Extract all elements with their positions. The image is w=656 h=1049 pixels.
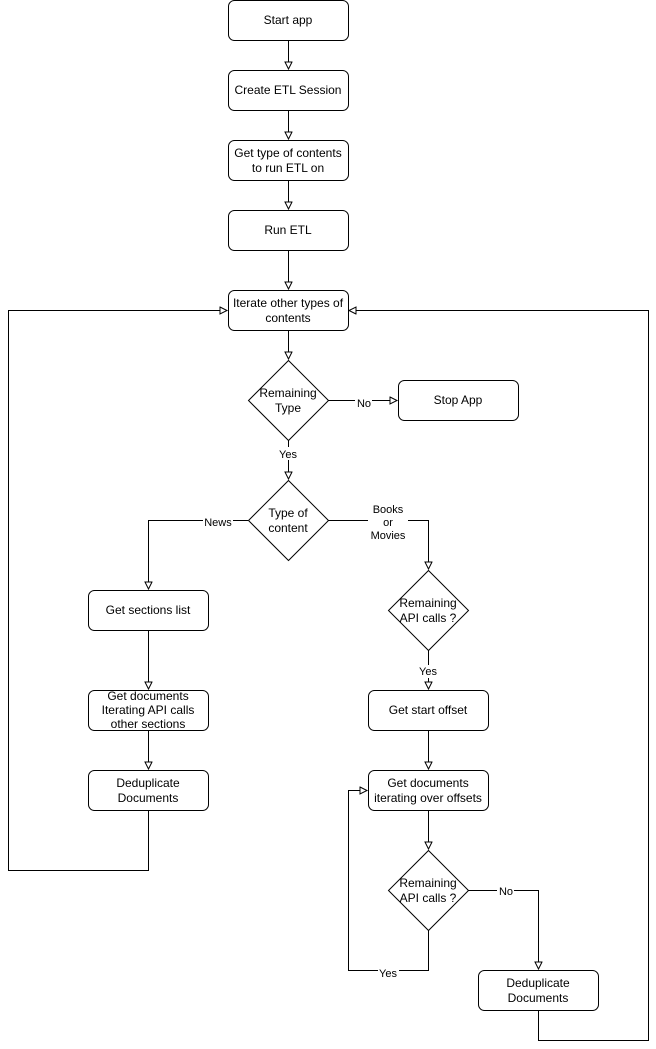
svg-text:Get type of contents: Get type of contents <box>234 146 341 160</box>
svg-text:Get documents: Get documents <box>387 776 468 790</box>
node-get-sections: Get sections list <box>88 590 209 631</box>
label-yes-api2: Yes <box>379 968 397 980</box>
svg-text:Iterating API calls: Iterating API calls <box>102 703 195 717</box>
label-news: News <box>204 517 232 529</box>
label-no-api2: No <box>499 886 513 898</box>
svg-text:Deduplicate: Deduplicate <box>116 776 180 790</box>
node-iterate: Iterate other types of contents <box>228 290 349 331</box>
label-movies: Movies <box>371 530 406 542</box>
svg-text:other sections: other sections <box>111 717 186 731</box>
svg-text:to run ETL on: to run ETL on <box>252 161 324 175</box>
decision-remaining-api-1: Remaining API calls ? <box>387 569 470 652</box>
svg-text:Remaining: Remaining <box>399 876 456 890</box>
decision-type-of-content: Type of content <box>247 479 330 562</box>
svg-text:Stop App: Stop App <box>434 393 483 407</box>
svg-text:API calls ?: API calls ? <box>400 891 457 905</box>
edge-type-news <box>149 520 248 590</box>
svg-text:Documents: Documents <box>118 791 179 805</box>
node-dedup-books: Deduplicate Documents <box>478 970 599 1011</box>
svg-text:Documents: Documents <box>508 991 569 1005</box>
svg-text:content: content <box>268 521 308 535</box>
svg-text:Type: Type <box>275 401 301 415</box>
label-no-stop: No <box>357 398 371 410</box>
svg-text:Remaining: Remaining <box>259 386 316 400</box>
edges <box>8 40 649 1041</box>
svg-text:Remaining: Remaining <box>399 596 456 610</box>
svg-text:Start app: Start app <box>264 13 313 27</box>
node-get-docs-offsets: Get documents iterating over offsets <box>368 770 489 811</box>
svg-text:Deduplicate: Deduplicate <box>506 976 570 990</box>
node-run-etl: Run ETL <box>228 210 349 251</box>
decision-remaining-api-2: Remaining API calls ? <box>387 849 470 932</box>
node-get-start-offset: Get start offset <box>368 690 489 731</box>
label-yes-type: Yes <box>279 449 297 461</box>
flowchart: No Yes News Books or Movies Yes No Yes S… <box>8 0 649 1041</box>
decision-remaining-type: Remaining Type <box>247 359 330 442</box>
label-books: Books <box>373 504 404 516</box>
node-stop: Stop App <box>398 380 519 421</box>
svg-text:Get documents: Get documents <box>107 689 188 703</box>
node-dedup-news: Deduplicate Documents <box>88 770 209 811</box>
edge-api2-dedup <box>468 890 539 970</box>
svg-text:Get sections list: Get sections list <box>106 603 191 617</box>
label-or: or <box>383 517 393 529</box>
svg-text:Get start offset: Get start offset <box>389 703 468 717</box>
label-yes-api1: Yes <box>419 666 437 678</box>
node-start: Start app <box>228 0 349 41</box>
node-create-session: Create ETL Session <box>228 70 349 111</box>
svg-text:iterating over offsets: iterating over offsets <box>374 791 482 805</box>
svg-text:Run ETL: Run ETL <box>264 223 312 237</box>
svg-text:Iterate other types of: Iterate other types of <box>233 296 344 310</box>
svg-text:API calls ?: API calls ? <box>400 611 457 625</box>
svg-text:Type of: Type of <box>268 506 308 520</box>
node-get-type: Get type of contents to run ETL on <box>228 140 349 181</box>
node-get-docs-sections: Get documents Iterating API calls other … <box>88 689 209 731</box>
svg-text:Create ETL Session: Create ETL Session <box>235 83 342 97</box>
svg-text:contents: contents <box>265 311 310 325</box>
